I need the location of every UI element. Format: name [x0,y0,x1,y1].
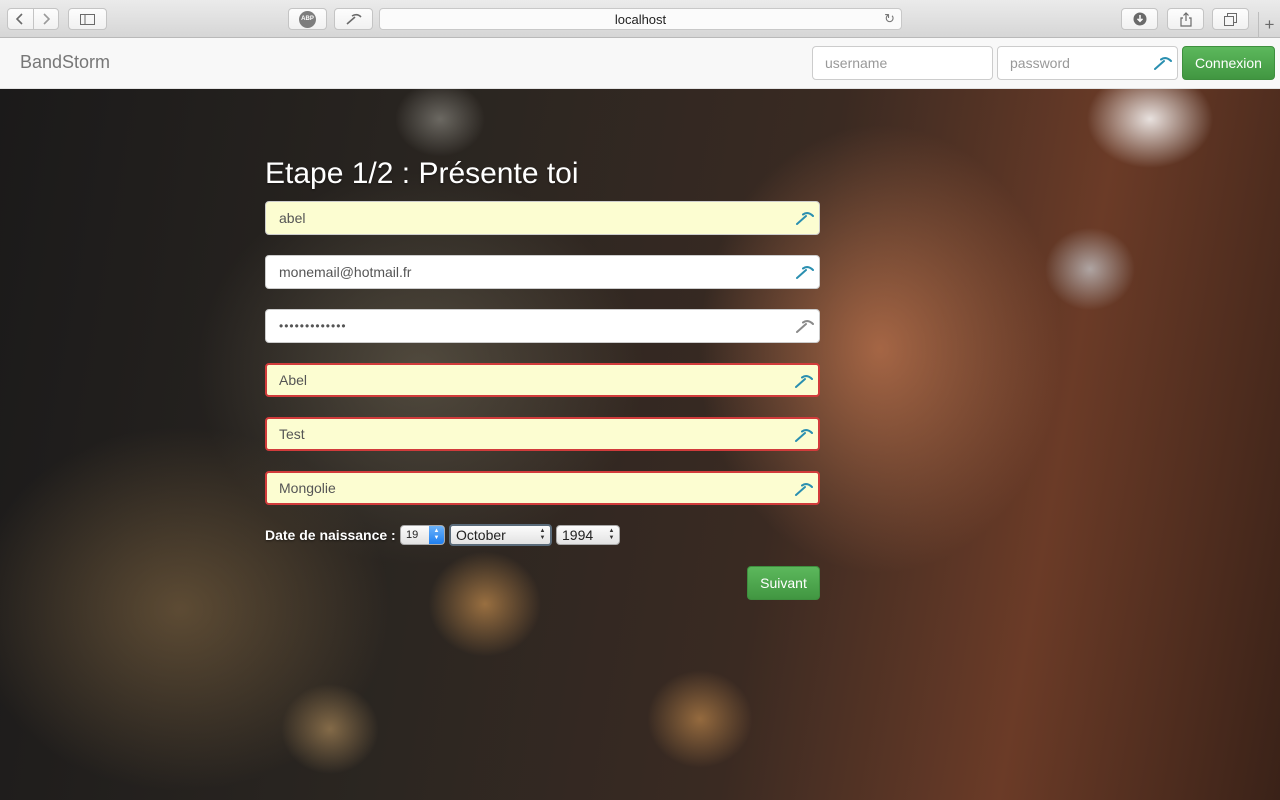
forward-button[interactable] [32,9,58,29]
new-tab-button[interactable]: + [1258,12,1280,38]
history-nav [7,8,59,30]
adblock-icon: ABP [299,10,316,28]
password-input[interactable] [997,46,1178,80]
key-icon[interactable] [794,428,814,442]
back-button[interactable] [8,9,33,29]
share-icon [1179,11,1192,27]
key-icon[interactable] [795,319,815,333]
key-icon[interactable] [795,265,815,279]
birth-year-select[interactable]: 1994 ▲ ▼ [556,525,620,545]
address-bar[interactable]: localhost ↻ [379,8,902,30]
birth-day-select[interactable]: 19 ▲ ▼ [400,525,445,545]
adblock-button[interactable]: ABP [288,8,327,30]
chevron-right-icon [43,13,50,25]
password-field[interactable]: ••••••••••••• [265,309,820,343]
updown-arrows-icon: ▲ ▼ [429,526,444,544]
key-icon[interactable] [794,482,814,496]
password-mask: ••••••••••••• [279,319,347,333]
next-button[interactable]: Suivant [747,566,820,600]
pseudo-value: abel [279,210,306,226]
firstname-value: Abel [279,372,308,388]
lastname-value: Test [279,426,305,442]
browser-toolbar: ABP localhost ↻ + [0,0,1280,38]
brand-logo[interactable]: BandStorm [20,52,110,73]
downloads-button[interactable] [1121,8,1158,30]
birth-year-value: 1994 [562,527,594,543]
password-extension-button[interactable] [334,8,373,30]
site-navbar: BandStorm Connexion [0,38,1280,89]
key-icon [345,13,362,25]
share-button[interactable] [1167,8,1204,30]
sidebar-toggle-button[interactable] [68,8,107,30]
tab-overview-button[interactable] [1212,8,1249,30]
updown-arrows-icon: ▲ ▼ [539,528,546,541]
plus-icon: + [1264,15,1275,34]
email-value: monemail@hotmail.fr [279,264,412,280]
chevron-left-icon [16,13,24,25]
key-icon[interactable] [1153,56,1173,70]
email-field[interactable]: monemail@hotmail.fr [265,255,820,289]
url-text: localhost [614,11,667,27]
tabs-icon [1224,12,1237,26]
download-icon [1133,12,1146,26]
login-button[interactable]: Connexion [1182,46,1275,80]
birth-month-select[interactable]: October ▲ ▼ [449,524,552,546]
form-title: Etape 1/2 : Présente toi [265,157,579,190]
updown-arrows-icon: ▲ ▼ [608,528,615,541]
country-value: Mongolie [279,480,336,496]
sidebar-icon [80,13,95,25]
username-input[interactable] [812,46,993,80]
country-field[interactable]: Mongolie [265,471,820,505]
key-icon[interactable] [794,374,814,388]
lastname-field[interactable]: Test [265,417,820,451]
key-icon[interactable] [795,211,815,225]
reload-icon[interactable]: ↻ [884,11,895,27]
firstname-field[interactable]: Abel [265,363,820,397]
birthdate-label: Date de naissance : [265,527,396,543]
pseudo-field[interactable]: abel [265,201,820,235]
birth-day-value: 19 [406,529,419,541]
birth-month-value: October [456,527,506,543]
